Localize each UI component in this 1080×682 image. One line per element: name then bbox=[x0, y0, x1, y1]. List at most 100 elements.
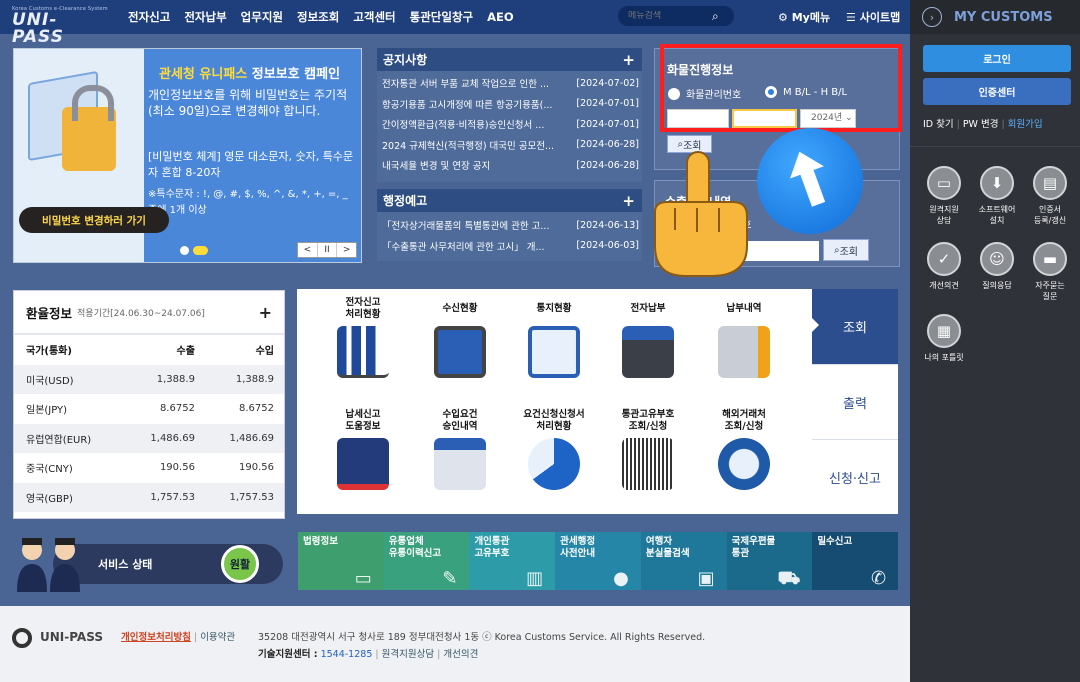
my-portlet-shortcut[interactable]: ▦ 나의 포틀릿 bbox=[918, 314, 970, 363]
grid-icon: ▦ bbox=[927, 314, 961, 348]
qna-shortcut[interactable]: ☺ 질의응답 bbox=[971, 242, 1023, 291]
box-download-icon: ⬇ bbox=[980, 166, 1014, 200]
service-label: 납세신고 도움정보 bbox=[345, 409, 381, 432]
service-receive-status[interactable]: 수신현황 bbox=[418, 297, 502, 378]
feedback-link[interactable]: 개선의견 bbox=[443, 649, 478, 660]
notice-item-date: [2024-06-28] bbox=[576, 139, 639, 151]
person-icon: ● bbox=[613, 568, 629, 589]
campaign-banner[interactable]: 관세청 유니패스 정보보호 캠페인 개인정보보호를 위해 비밀번호는 주기적(최… bbox=[13, 48, 362, 263]
certificate-shortcut[interactable]: ▤ 인증서 등록/갱신 bbox=[1024, 166, 1076, 226]
list-item[interactable]: 2024 규제혁신(적극행정) 대국민 공모전... [2024-06-28] bbox=[377, 135, 642, 156]
export-search-button[interactable]: ⌕ 조회 bbox=[823, 239, 869, 261]
terms-link[interactable]: 이용약관 bbox=[200, 632, 235, 643]
exchange-title: 환율정보 bbox=[26, 305, 73, 321]
service-tax-help[interactable]: 납세신고 도움정보 bbox=[321, 409, 405, 490]
service-customs-code[interactable]: 통관고유부호 조회/신청 bbox=[606, 409, 690, 490]
account-links: ID 찾기 | PW 변경 | 회원가입 bbox=[923, 119, 1043, 130]
divider bbox=[910, 146, 1080, 147]
chevron-right-icon[interactable]: › bbox=[922, 7, 942, 27]
service-payment-history[interactable]: 납부내역 bbox=[702, 297, 786, 378]
tile-label: 밀수신고 bbox=[817, 536, 853, 547]
shortcut-label: 개선의견 bbox=[929, 281, 959, 290]
service-e-payment[interactable]: 전자납부 bbox=[606, 297, 690, 378]
service-label: 해외거래처 조회/신청 bbox=[722, 409, 766, 432]
service-import-requirement[interactable]: 수입요건 승인내역 bbox=[418, 409, 502, 490]
tile-label: 국제우편물 통관 bbox=[731, 536, 776, 559]
hamburger-icon: ☰ bbox=[846, 11, 856, 24]
list-item[interactable]: 내국세율 변경 및 연장 공지 [2024-06-28] bbox=[377, 155, 642, 176]
next-button[interactable]: > bbox=[337, 243, 356, 257]
menu-item-e-payment[interactable]: 전자납부 bbox=[184, 9, 226, 25]
notice-item-date: [2024-07-02] bbox=[576, 77, 639, 89]
list-item[interactable]: 항공기용품 고시개정에 따른 항공기용품(... [2024-07-01] bbox=[377, 94, 642, 115]
tab-lookup[interactable]: 조회 bbox=[811, 289, 898, 364]
menu-item-single-window[interactable]: 통관단일창구 bbox=[410, 9, 473, 25]
service-label: 전자신고 처리현황 bbox=[345, 297, 381, 320]
tile-customs-guide[interactable]: 관세행정 사전안내 ● bbox=[555, 532, 641, 590]
change-pw-link[interactable]: PW 변경 bbox=[963, 119, 999, 130]
change-password-button[interactable]: 비밀번호 변경하러 가기 bbox=[19, 207, 169, 233]
tile-distribution-history[interactable]: 유통업체 유통이력신고 ✎ bbox=[383, 532, 470, 590]
list-item[interactable]: 「수출통관 사무처리에 관한 고시」 개... [2024-06-03] bbox=[377, 236, 642, 257]
support-phone: 1544-1285 bbox=[320, 649, 373, 660]
menu-item-aeo[interactable]: AEO bbox=[487, 10, 514, 24]
faq-shortcut[interactable]: ▬ 자주묻는 질문 bbox=[1024, 242, 1076, 302]
menu-item-work-support[interactable]: 업무지원 bbox=[241, 9, 283, 25]
menu-item-info-lookup[interactable]: 정보조회 bbox=[297, 9, 339, 25]
menu-search-input[interactable] bbox=[618, 11, 708, 21]
notice-item-title: 전자통관 서버 부품 교체 작업으로 인한 ... bbox=[382, 79, 550, 91]
shortcut-label: 나의 포틀릿 bbox=[924, 353, 964, 362]
service-declaration-status[interactable]: 전자신고 처리현황 bbox=[321, 297, 405, 378]
export-rate: 1,757.53 bbox=[150, 491, 195, 503]
menu-item-customer-center[interactable]: 고객센터 bbox=[353, 9, 395, 25]
banner-dot-active[interactable] bbox=[193, 246, 208, 255]
notice-more-button[interactable]: + bbox=[622, 51, 635, 69]
tile-personal-customs-code[interactable]: 개인통관 고유부호 ▥ bbox=[469, 532, 556, 590]
exchange-more-button[interactable]: + bbox=[259, 303, 272, 322]
remote-support-shortcut[interactable]: ▭ 원격지원 상담 bbox=[918, 166, 970, 226]
list-item[interactable]: 간이정액환급(적용·비적용)승인신청서 ... [2024-07-01] bbox=[377, 114, 642, 135]
banner-dot[interactable] bbox=[180, 246, 189, 255]
import-rate: 1,388.9 bbox=[235, 373, 274, 385]
search-icon[interactable]: ⌕ bbox=[712, 9, 719, 24]
signup-link[interactable]: 회원가입 bbox=[1008, 119, 1043, 130]
service-label: 통지현황 bbox=[536, 303, 572, 314]
tile-smuggling-report[interactable]: 밀수신고 ✆ bbox=[812, 532, 899, 590]
tile-law-info[interactable]: 법령정보 ▭ bbox=[298, 532, 384, 590]
service-requirement-application[interactable]: 요건신청신청서 처리현황 bbox=[512, 409, 596, 490]
report-chart-icon bbox=[528, 326, 580, 378]
notice-list: 전자통관 서버 부품 교체 작업으로 인한 ... [2024-07-02] 항공… bbox=[377, 71, 642, 176]
list-item[interactable]: 전자통관 서버 부품 교체 작업으로 인한 ... [2024-07-02] bbox=[377, 73, 642, 94]
certificate-center-button[interactable]: 인증센터 bbox=[923, 78, 1071, 105]
table-row: 영국(GBP) 1,757.53 1,757.53 bbox=[14, 482, 284, 512]
pause-button[interactable]: II bbox=[318, 243, 338, 257]
software-install-shortcut[interactable]: ⬇ 소프트웨어 설치 bbox=[971, 166, 1023, 226]
tab-print[interactable]: 출력 bbox=[812, 364, 898, 439]
remote-support-link[interactable]: 원격지원상담 bbox=[382, 649, 434, 660]
service-notice-status[interactable]: 통지현황 bbox=[512, 297, 596, 378]
prev-button[interactable]: < bbox=[298, 243, 318, 257]
barcode-person-icon bbox=[622, 438, 674, 490]
banner-body: 개인정보보호를 위해 비밀번호는 주기적(최소 90일)으로 변경해야 합니다. bbox=[148, 88, 348, 118]
service-status-label: 서비스 상태 bbox=[98, 558, 153, 571]
banner-special-chars: ※특수문자 : !, @, #, $, %, ^, &, *, +, =, _ … bbox=[148, 189, 348, 216]
tile-international-mail[interactable]: 국제우편물 통관 ⛟ bbox=[726, 532, 813, 590]
tile-lost-property[interactable]: 여행자 분실물검색 ▣ bbox=[640, 532, 727, 590]
privacy-policy-link[interactable]: 개인정보처리방침 bbox=[121, 632, 191, 643]
import-rate: 1,486.69 bbox=[229, 432, 274, 444]
sitemap-button[interactable]: ☰ 사이트맵 bbox=[846, 9, 900, 25]
tab-apply-report[interactable]: 신청·신고 bbox=[812, 439, 898, 514]
padlock-icon bbox=[62, 85, 116, 171]
payment-terminal-icon bbox=[622, 326, 674, 378]
service-overseas-partner[interactable]: 해외거래처 조회/신청 bbox=[702, 409, 786, 490]
login-button[interactable]: 로그인 bbox=[923, 45, 1071, 72]
list-item[interactable]: 「전자상거래물품의 특별통관에 관한 고... [2024-06-13] bbox=[377, 215, 642, 236]
mail-laptop-icon bbox=[434, 326, 486, 378]
my-menu-button[interactable]: ⚙ My메뉴 bbox=[778, 9, 830, 25]
unipass-logo[interactable]: Korea Customs e-Clearance System UNI-PAS… bbox=[12, 6, 108, 46]
menu-item-e-report[interactable]: 전자신고 bbox=[128, 9, 170, 25]
export-rate: 190.56 bbox=[159, 462, 195, 474]
admin-more-button[interactable]: + bbox=[622, 192, 635, 210]
feedback-shortcut[interactable]: ✓ 개선의견 bbox=[918, 242, 970, 291]
find-id-link[interactable]: ID 찾기 bbox=[923, 119, 954, 130]
